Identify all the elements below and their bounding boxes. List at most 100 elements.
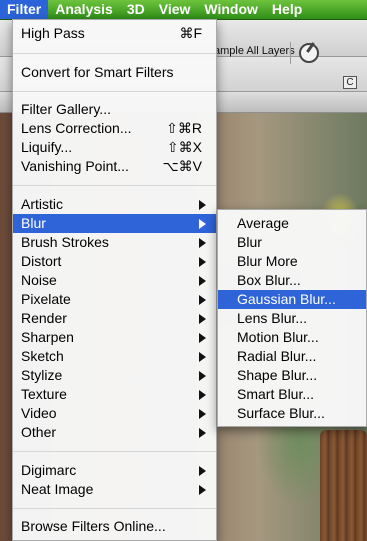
menu-item-label: Liquify... — [21, 139, 73, 155]
submenu-arrow-icon — [199, 314, 206, 324]
menu-bar: Filter Analysis 3D View Window Help — [0, 0, 367, 20]
submenu-item-label: Surface Blur... — [237, 405, 325, 421]
menu-item-label: Neat Image — [21, 481, 94, 497]
submenu-item-radial-blur[interactable]: Radial Blur... — [218, 347, 366, 366]
submenu-arrow-icon — [199, 390, 206, 400]
menu-item-label: Artistic — [21, 196, 63, 212]
menu-item-label: Render — [21, 310, 67, 326]
menu-item-label: Lens Correction... — [21, 120, 132, 136]
submenu-item-lens-blur[interactable]: Lens Blur... — [218, 309, 366, 328]
menu-item-video[interactable]: Video — [13, 404, 216, 423]
menu-divider — [13, 508, 216, 509]
menu-analysis[interactable]: Analysis — [48, 0, 120, 19]
menu-item-stylize[interactable]: Stylize — [13, 366, 216, 385]
submenu-item-label: Average — [237, 215, 289, 231]
menu-item-label: Noise — [21, 272, 57, 288]
submenu-item-shape-blur[interactable]: Shape Blur... — [218, 366, 366, 385]
menu-item-label: Other — [21, 424, 57, 440]
submenu-arrow-icon — [199, 295, 206, 305]
menu-item-filter-gallery[interactable]: Filter Gallery... — [13, 100, 216, 119]
menu-item-noise[interactable]: Noise — [13, 271, 216, 290]
submenu-arrow-icon — [199, 257, 206, 267]
submenu-item-label: Motion Blur... — [237, 329, 319, 345]
menu-item-digimarc[interactable]: Digimarc — [13, 461, 216, 480]
menu-item-neat-image[interactable]: Neat Image — [13, 480, 216, 499]
menu-item-label: Distort — [21, 253, 62, 269]
menu-item-label: Video — [21, 405, 57, 421]
menu-item-label: Brush Strokes — [21, 234, 109, 250]
menu-item-vanishing-point[interactable]: Vanishing Point... ⌥⌘V — [13, 157, 216, 176]
menu-item-label: Convert for Smart Filters — [21, 64, 174, 80]
menu-item-blur[interactable]: Blur — [13, 214, 216, 233]
menu-divider — [13, 91, 216, 92]
submenu-arrow-icon — [199, 371, 206, 381]
filter-menu: High Pass ⌘F Convert for Smart Filters F… — [12, 19, 217, 541]
submenu-item-surface-blur[interactable]: Surface Blur... — [218, 404, 366, 423]
menu-item-label: Sharpen — [21, 329, 74, 345]
menu-divider — [13, 185, 216, 186]
submenu-arrow-icon — [199, 333, 206, 343]
menu-item-label: Vanishing Point... — [21, 158, 129, 174]
submenu-item-label: Box Blur... — [237, 272, 301, 288]
submenu-arrow-icon — [199, 485, 206, 495]
menu-item-sketch[interactable]: Sketch — [13, 347, 216, 366]
menu-item-label: High Pass — [21, 25, 85, 41]
submenu-item-average[interactable]: Average — [218, 214, 366, 233]
menu-item-label: Filter Gallery... — [21, 101, 111, 117]
sample-all-layers-label[interactable]: ample All Layers — [214, 45, 295, 57]
menu-view[interactable]: View — [152, 0, 198, 19]
submenu-item-smart-blur[interactable]: Smart Blur... — [218, 385, 366, 404]
menu-item-browse-filters-online[interactable]: Browse Filters Online... — [13, 517, 216, 536]
submenu-item-gaussian-blur[interactable]: Gaussian Blur... — [218, 290, 366, 309]
submenu-item-label: Smart Blur... — [237, 386, 315, 402]
menu-item-brush-strokes[interactable]: Brush Strokes — [13, 233, 216, 252]
menu-item-shortcut: ⇧⌘X — [166, 139, 202, 155]
menu-item-label: Stylize — [21, 367, 63, 383]
submenu-item-motion-blur[interactable]: Motion Blur... — [218, 328, 366, 347]
menu-item-other[interactable]: Other — [13, 423, 216, 442]
menu-item-lens-correction[interactable]: Lens Correction... ⇧⌘R — [13, 119, 216, 138]
menu-divider — [13, 53, 216, 54]
wooden-pillar-image-detail — [320, 430, 367, 541]
menu-item-pixelate[interactable]: Pixelate — [13, 290, 216, 309]
menu-item-liquify[interactable]: Liquify... ⇧⌘X — [13, 138, 216, 157]
menu-item-shortcut: ⌘F — [179, 25, 202, 41]
menu-divider — [13, 451, 216, 452]
submenu-arrow-icon — [199, 276, 206, 286]
submenu-arrow-icon — [199, 219, 206, 229]
submenu-item-label: Lens Blur... — [237, 310, 308, 326]
submenu-item-label: Gaussian Blur... — [237, 291, 336, 307]
target-icon[interactable] — [299, 43, 319, 63]
menu-item-render[interactable]: Render — [13, 309, 216, 328]
tab-document-icon[interactable]: C — [343, 76, 357, 89]
menu-item-high-pass[interactable]: High Pass ⌘F — [13, 24, 216, 43]
submenu-arrow-icon — [199, 409, 206, 419]
menu-item-label: Browse Filters Online... — [21, 518, 166, 534]
menu-item-label: Digimarc — [21, 462, 77, 478]
submenu-item-blur[interactable]: Blur — [218, 233, 366, 252]
submenu-item-label: Blur More — [237, 253, 298, 269]
menu-item-label: Sketch — [21, 348, 64, 364]
blur-submenu: Average Blur Blur More Box Blur... Gauss… — [217, 209, 367, 427]
menu-item-sharpen[interactable]: Sharpen — [13, 328, 216, 347]
menu-item-distort[interactable]: Distort — [13, 252, 216, 271]
menu-item-convert-for-smart-filters[interactable]: Convert for Smart Filters — [13, 63, 216, 82]
submenu-item-label: Blur — [237, 234, 262, 250]
menu-item-label: Blur — [21, 215, 46, 231]
menu-item-artistic[interactable]: Artistic — [13, 195, 216, 214]
submenu-item-blur-more[interactable]: Blur More — [218, 252, 366, 271]
menu-3d[interactable]: 3D — [120, 0, 152, 19]
submenu-item-label: Radial Blur... — [237, 348, 317, 364]
menu-item-shortcut: ⇧⌘R — [166, 120, 202, 136]
submenu-arrow-icon — [199, 352, 206, 362]
menu-filter[interactable]: Filter — [0, 0, 49, 19]
submenu-item-box-blur[interactable]: Box Blur... — [218, 271, 366, 290]
submenu-arrow-icon — [199, 238, 206, 248]
submenu-arrow-icon — [199, 428, 206, 438]
menu-item-shortcut: ⌥⌘V — [162, 158, 202, 174]
menu-item-texture[interactable]: Texture — [13, 385, 216, 404]
menu-window[interactable]: Window — [197, 0, 265, 19]
options-bar-separator — [290, 42, 291, 64]
menu-help[interactable]: Help — [265, 0, 309, 19]
submenu-arrow-icon — [199, 466, 206, 476]
